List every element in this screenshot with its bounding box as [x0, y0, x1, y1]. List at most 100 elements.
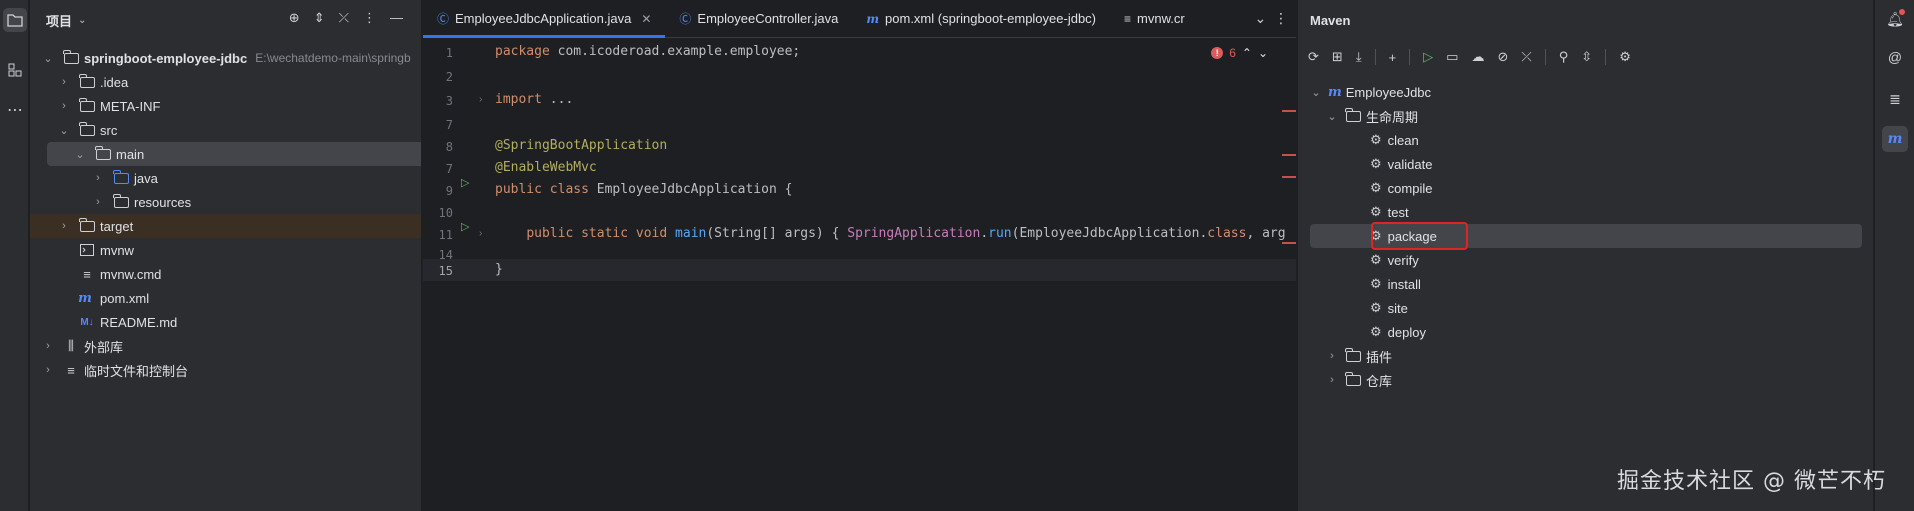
tab-label: pom.xml (springboot-employee-jdbc)	[885, 11, 1097, 26]
error-count: 6	[1229, 46, 1236, 60]
collapse-all-icon[interactable]: ⤫	[339, 10, 349, 26]
maven-phase-clean[interactable]: ⚙ clean	[1298, 128, 1873, 152]
chevron-right-icon[interactable]: ›	[58, 100, 70, 112]
chevron-right-icon[interactable]: ›	[92, 196, 104, 208]
error-stripe-mark[interactable]	[1282, 110, 1296, 112]
maven-project-row[interactable]: ⌄ m EmployeeJdbc	[1298, 80, 1873, 104]
tabs-more-icon[interactable]: ⌄ ⋮	[1254, 10, 1288, 27]
code-line-11[interactable]: public static void main(String[] args) {…	[495, 226, 1285, 241]
maven-phase-deploy[interactable]: ⚙ deploy	[1298, 320, 1873, 344]
offline-icon[interactable]: ☁	[1471, 49, 1484, 65]
structure-icon[interactable]	[3, 58, 27, 82]
tree-item-scratches[interactable]: › ≡ 临时文件和控制台	[30, 358, 421, 382]
tree-item-src[interactable]: ⌄ src	[30, 118, 421, 142]
chevron-down-icon[interactable]: ⌄	[42, 52, 54, 65]
code-line-15[interactable]: }	[495, 262, 503, 277]
download-icon[interactable]: ⤓	[1356, 49, 1362, 65]
tree-item-external-libraries[interactable]: › ⫼ 外部库	[30, 334, 421, 358]
tree-item-project-root[interactable]: ⌄ springboot-employee-jdbc E:\wechatdemo…	[30, 46, 421, 70]
chevron-down-icon[interactable]: ⌄	[78, 15, 86, 26]
chevron-down-icon[interactable]: ⌄	[58, 124, 70, 137]
maven-lifecycle-row[interactable]: ⌄ 生命周期	[1298, 104, 1873, 128]
code-line-1[interactable]: package com.icoderoad.example.employee;	[495, 44, 800, 59]
class-icon: Ⓒ	[679, 12, 692, 26]
maven-phase-verify[interactable]: ⚙ verify	[1298, 248, 1873, 272]
maven-phase-install[interactable]: ⚙ install	[1298, 272, 1873, 296]
expand-icon[interactable]: ⇳	[1581, 49, 1592, 65]
tree-item-resources[interactable]: › resources	[30, 190, 421, 214]
run-config-icon[interactable]: ▭	[1446, 49, 1458, 65]
gear-icon: ⚙	[1370, 252, 1382, 267]
fold-icon[interactable]: ›	[479, 228, 482, 239]
chevron-right-icon[interactable]: ›	[1326, 374, 1338, 386]
tree-item-mvnw-cmd[interactable]: ≡ mvnw.cmd	[30, 262, 421, 286]
tree-item-meta-inf[interactable]: › META-INF	[30, 94, 421, 118]
reload-icon[interactable]: ⟳	[1308, 49, 1319, 65]
more-tools-icon[interactable]: ⋯	[3, 98, 27, 122]
tab-employee-controller[interactable]: Ⓒ EmployeeController.java	[665, 0, 852, 37]
error-stripe-mark[interactable]	[1282, 176, 1296, 178]
tree-item-target[interactable]: › target	[30, 214, 421, 238]
line-number: 9	[445, 184, 453, 198]
database-icon[interactable]: ≣	[1882, 86, 1908, 112]
tree-item-java[interactable]: › java	[30, 166, 421, 190]
maven-phase-compile[interactable]: ⚙ compile	[1298, 176, 1873, 200]
add-maven-project-icon[interactable]: ⊞	[1332, 49, 1343, 65]
tab-pom-xml[interactable]: m pom.xml (springboot-employee-jdbc)	[852, 0, 1110, 37]
chevron-down-icon[interactable]: ⌄	[1326, 110, 1338, 123]
run-icon[interactable]: ▷	[1423, 49, 1433, 65]
chevron-right-icon[interactable]: ›	[92, 172, 104, 184]
fold-icon[interactable]: ›	[479, 94, 482, 105]
error-stripe-mark[interactable]	[1282, 154, 1296, 156]
options-icon[interactable]: ⋮	[363, 10, 376, 26]
code-line-3[interactable]: import ...	[495, 92, 573, 107]
phase-label: verify	[1387, 252, 1419, 268]
tree-item-mvnw[interactable]: mvnw	[30, 238, 421, 262]
expand-all-icon[interactable]: ⇕	[314, 10, 325, 26]
chevron-right-icon[interactable]: ›	[1326, 350, 1338, 362]
chevron-down-icon[interactable]: ⌄	[1310, 86, 1322, 99]
locate-icon[interactable]: ⊕	[289, 10, 300, 26]
project-tool-folder-icon[interactable]	[3, 8, 27, 32]
run-gutter-icon[interactable]: ▷	[461, 220, 469, 233]
tree-item-main[interactable]: ⌄ main	[47, 142, 421, 166]
skip-tests-icon[interactable]: ⊘	[1497, 49, 1508, 65]
inspection-widget[interactable]: ! 6 ⌃ ⌄	[1211, 46, 1268, 60]
maven-phase-validate[interactable]: ⚙ validate	[1298, 152, 1873, 176]
chevron-right-icon[interactable]: ›	[58, 220, 70, 232]
code-line-8[interactable]: @SpringBootApplication	[495, 138, 667, 153]
maven-phase-test[interactable]: ⚙ test	[1298, 200, 1873, 224]
chevron-down-icon[interactable]: ⌄	[74, 148, 86, 161]
settings-icon[interactable]: ⚙	[1619, 49, 1631, 65]
maven-panel: Maven ⟳ ⊞ ⤓ + ▷ ▭ ☁ ⊘ ⤫ ⚲ ⇳ ⚙ ⌄ m Employ…	[1297, 0, 1873, 511]
chevron-right-icon[interactable]: ›	[42, 340, 54, 352]
tree-item-readme[interactable]: M↓ README.md	[30, 310, 421, 334]
close-icon[interactable]: ✕	[641, 12, 651, 26]
tree-item-pom[interactable]: m pom.xml	[30, 286, 421, 310]
notifications-bell-icon[interactable]: 🔔︎	[1882, 6, 1908, 32]
tab-employee-jdbc-application[interactable]: Ⓒ EmployeeJdbcApplication.java ✕	[423, 0, 666, 38]
error-stripe-mark[interactable]	[1282, 242, 1296, 244]
run-gutter-icon[interactable]: ▷	[461, 176, 469, 189]
maven-repositories-row[interactable]: › 仓库	[1298, 368, 1873, 392]
collapse-icon[interactable]: ⤫	[1521, 49, 1531, 65]
repositories-label: 仓库	[1366, 373, 1393, 389]
maven-plugins-row[interactable]: › 插件	[1298, 344, 1873, 368]
chevron-right-icon[interactable]: ›	[58, 76, 70, 88]
code-line-7[interactable]: @EnableWebMvc	[495, 160, 597, 175]
code-line-9[interactable]: public class EmployeeJdbcApplication {	[495, 182, 792, 197]
dependency-analyzer-icon[interactable]: ⚲	[1559, 49, 1569, 65]
maven-phase-site[interactable]: ⚙ site	[1298, 296, 1873, 320]
tab-mvnw-cmd[interactable]: ≡ mvnw.cr	[1110, 0, 1199, 37]
ai-assistant-icon[interactable]: @	[1882, 44, 1908, 70]
plus-icon[interactable]: +	[1389, 50, 1397, 65]
chevron-down-icon[interactable]: ⌄	[1258, 46, 1268, 60]
chevron-right-icon[interactable]: ›	[42, 364, 54, 376]
maven-tool-icon[interactable]: m	[1882, 126, 1908, 152]
phase-label: validate	[1387, 156, 1433, 172]
tree-item-idea[interactable]: › .idea	[30, 70, 421, 94]
tree-item-label: pom.xml	[100, 290, 150, 306]
hide-icon[interactable]: —	[390, 10, 403, 26]
chevron-up-icon[interactable]: ⌃	[1242, 46, 1252, 60]
tree-item-label: springboot-employee-jdbc	[84, 50, 248, 66]
